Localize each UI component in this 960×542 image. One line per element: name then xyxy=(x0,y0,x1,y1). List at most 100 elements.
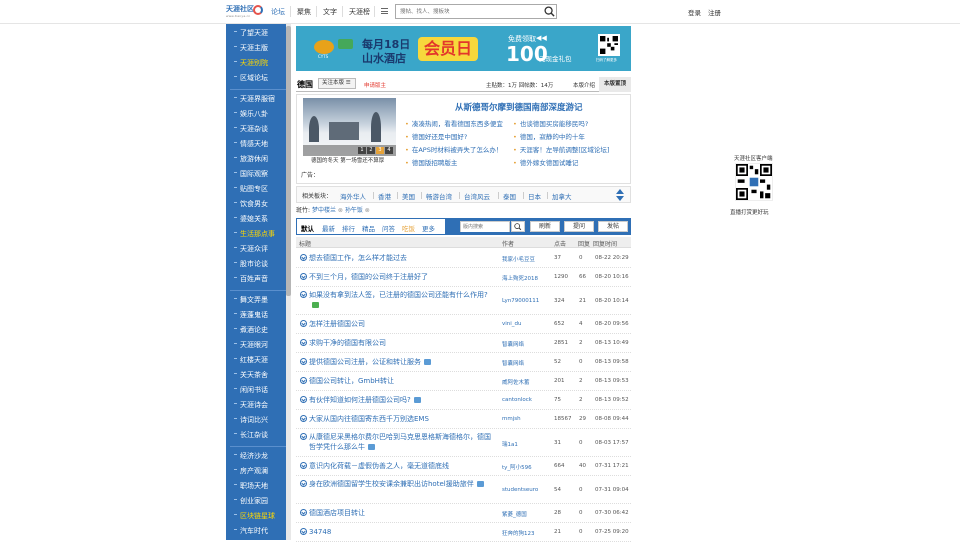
post-author-link[interactable]: 狂奔的狗123 xyxy=(502,529,535,537)
post-title-link[interactable]: 德国酒店项目转让 xyxy=(309,508,496,518)
sidebar-item[interactable]: 贴图专区 xyxy=(234,184,268,194)
featured-title[interactable]: 从斯德哥尔摩到德国南部深度游记 xyxy=(455,101,583,113)
featured-link[interactable]: 德国，寂静的中的十年 xyxy=(513,131,585,141)
post-author-link[interactable]: 海上殉死2018 xyxy=(502,274,538,282)
slide-dot-active[interactable]: 3 xyxy=(376,147,384,154)
table-row[interactable]: 有伙伴知道如何注册德国公司吗? cantonlock 75 2 08-13 09:52 xyxy=(296,391,631,410)
post-author-link[interactable]: 瑞1a1 xyxy=(502,440,518,448)
table-row[interactable]: 从康德尼采黑格尔费尔巴哈到马克思恩格斯海德格尔，德国哲学凭什么那么牛 瑞1a1 31… xyxy=(296,429,631,457)
table-row[interactable]: 德国酒店项目转让 紫菱_德国 28 0 07-30 06:42 xyxy=(296,504,631,523)
search-icon[interactable] xyxy=(544,6,555,17)
sidebar-item[interactable]: 娱乐八卦 xyxy=(234,109,268,119)
related-board-link[interactable]: 美国 xyxy=(402,191,415,201)
table-row[interactable]: 如果没有拿到法人签，已注册的德国公司还能有什么作用? Lyn79000111 324… xyxy=(296,287,631,315)
post-author-link[interactable]: vini_du xyxy=(502,321,522,327)
sidebar-item[interactable]: 区域论坛 xyxy=(234,73,268,83)
post-author-link[interactable]: 智囊网络 xyxy=(502,340,524,348)
post-title-link[interactable]: 如果没有拿到法人签，已注册的德国公司还能有什么作用? xyxy=(309,290,496,310)
sidebar-item[interactable]: 关天茶舍 xyxy=(234,370,268,380)
related-board-link[interactable]: 加拿大 xyxy=(552,191,572,201)
board-pinned-tab[interactable]: 本版置顶 xyxy=(599,77,631,92)
sidebar-item[interactable]: 情感天地 xyxy=(234,139,268,149)
post-author-link[interactable]: cantonlock xyxy=(502,397,532,403)
sidebar-item[interactable]: 创业家园 xyxy=(234,496,268,506)
app-qr-panel[interactable]: 天涯社区客户端 直播打赏更好玩 xyxy=(727,150,782,220)
slide-dot[interactable]: 2 xyxy=(367,147,375,154)
post-title-link[interactable]: 想去德国工作，怎么样才能过去 xyxy=(309,253,496,263)
featured-link[interactable]: 德国版招聘版主 xyxy=(405,157,458,167)
sidebar-item[interactable]: 莲蓬鬼话 xyxy=(234,310,268,320)
related-board-link[interactable]: 日本 xyxy=(528,191,541,201)
tab-ranking[interactable]: 排行 xyxy=(342,223,355,233)
sidebar-item[interactable]: 红楼天涯 xyxy=(234,355,268,365)
moderator-link[interactable]: 孙午饭 xyxy=(345,207,363,214)
table-row[interactable]: 大家从国内往德国寄东西千万别选EMS mmjsh 18567 29 08-08 09:4… xyxy=(296,410,631,429)
tab-more[interactable]: 更多 xyxy=(422,223,435,233)
post-author-link[interactable]: ty_阿小596 xyxy=(502,463,532,471)
table-row[interactable]: 意识内化荷载－虚假伪善之人，毫无道德底线 ty_阿小596 664 40 07-31 1… xyxy=(296,457,631,476)
featured-link[interactable]: 德国好还是中国好? xyxy=(405,131,467,141)
table-row[interactable]: 提供德国公司注册，公证和转让服务 智囊网络 52 0 08-13 09:58 xyxy=(296,353,631,372)
post-title-link[interactable]: 34748 xyxy=(309,527,496,537)
apply-moderator-link[interactable]: 申请版主 xyxy=(364,81,386,89)
table-row[interactable]: 想去德国工作，怎么样才能过去 我家小毛豆豆 37 0 08-22 20:29 xyxy=(296,249,631,268)
related-board-link[interactable]: 台湾风云 xyxy=(464,191,490,201)
post-author-link[interactable]: 我家小毛豆豆 xyxy=(502,255,535,263)
post-title-link[interactable]: 德国公司转让，GmbH转让 xyxy=(309,376,496,386)
sidebar-item[interactable]: 旅游休闲 xyxy=(234,154,268,164)
sidebar-item[interactable]: 饮食男女 xyxy=(234,199,268,209)
post-title-link[interactable]: 求购干净的德国有限公司 xyxy=(309,338,496,348)
nav-ranking[interactable]: 天涯榜 xyxy=(349,7,370,17)
featured-link[interactable]: 凑凑热闹，看看德国东西多便宜 xyxy=(405,118,503,128)
post-title-link[interactable]: 从康德尼采黑格尔费尔巴哈到马克思恩格斯海德格尔，德国哲学凭什么那么牛 xyxy=(309,432,496,452)
table-row[interactable]: 34748 狂奔的狗123 21 0 07-25 09:20 xyxy=(296,523,631,542)
featured-photo[interactable]: 1234 xyxy=(303,98,396,156)
sidebar-item[interactable]: 诗词比兴 xyxy=(234,415,268,425)
sidebar-item[interactable]: 天涯主版 xyxy=(234,43,268,53)
sidebar-item[interactable]: 房产观澜 xyxy=(234,466,268,476)
post-title-link[interactable]: 提供德国公司注册，公证和转让服务 xyxy=(309,357,496,367)
sidebar-item[interactable]: 天涯众评 xyxy=(234,244,268,254)
post-title-link[interactable]: 意识内化荷载－虚假伪善之人，毫无道德底线 xyxy=(309,461,496,471)
table-row[interactable]: 身在欧洲德国留学生校安课余兼职出访hotel援助旅伴 studentseuro 54… xyxy=(296,476,631,504)
slide-dot[interactable]: 4 xyxy=(385,147,393,154)
sidebar-item[interactable]: 天涯诗会 xyxy=(234,400,268,410)
related-board-link[interactable]: 泰国 xyxy=(503,191,516,201)
post-title-link[interactable]: 怎样注册德国公司 xyxy=(309,319,496,329)
sidebar-item[interactable]: 煮酒论史 xyxy=(234,325,268,335)
featured-link[interactable]: 天涯客！左导航调整[区域论坛] xyxy=(513,144,610,154)
post-author-link[interactable]: 智囊网络 xyxy=(502,359,524,367)
register-link[interactable]: 注册 xyxy=(708,7,721,17)
sidebar-item[interactable]: 闲闲书话 xyxy=(234,385,268,395)
related-board-link[interactable]: 香港 xyxy=(378,191,391,201)
sidebar-item[interactable]: 国际观察 xyxy=(234,169,268,179)
sidebar-item[interactable]: 百姓声音 xyxy=(234,274,268,284)
slide-dot[interactable]: 1 xyxy=(358,147,366,154)
board-intro-link[interactable]: 本版介绍 xyxy=(573,81,595,89)
board-search-icon[interactable] xyxy=(511,221,525,232)
sidebar-item[interactable]: 天涯眼河 xyxy=(234,340,268,350)
sidebar-item[interactable]: 婆媳关系 xyxy=(234,214,268,224)
nav-literature[interactable]: 文字 xyxy=(323,7,337,17)
sidebar-item[interactable]: 长江杂谈 xyxy=(234,430,268,440)
ask-button[interactable]: 提问 xyxy=(564,221,594,232)
search-input[interactable] xyxy=(396,5,536,18)
post-title-link[interactable]: 大家从国内往德国寄东西千万别选EMS xyxy=(309,414,496,424)
post-author-link[interactable]: mmjsh xyxy=(502,416,521,422)
featured-link[interactable]: 德外嫁女德国试睡记 xyxy=(513,157,579,167)
table-row[interactable]: 求购干净的德国有限公司 智囊网络 2851 2 08-13 10:49 xyxy=(296,334,631,353)
related-scroll-arrows-icon[interactable] xyxy=(615,188,625,202)
tab-eat[interactable]: 吃饭 xyxy=(402,223,415,233)
sidebar-item[interactable]: 天涯界服宿 xyxy=(234,94,275,104)
board-search-input[interactable] xyxy=(461,222,509,232)
scrollbar-thumb[interactable] xyxy=(286,26,291,296)
sidebar-item[interactable]: 天涯杂谈 xyxy=(234,124,268,134)
featured-link[interactable]: 也谈德国买房能移民吗? xyxy=(513,118,588,128)
post-title-link[interactable]: 不到三个月，德国的公司终于注册好了 xyxy=(309,272,496,282)
post-author-link[interactable]: studentseuro xyxy=(502,487,538,493)
nav-focus[interactable]: 聚焦 xyxy=(297,7,311,17)
login-link[interactable]: 登录 xyxy=(688,7,701,17)
post-title-link[interactable]: 身在欧洲德国留学生校安课余兼职出访hotel援助旅伴 xyxy=(309,479,496,489)
tab-latest[interactable]: 最新 xyxy=(322,223,335,233)
sidebar-item[interactable]: 生活那点事 xyxy=(234,229,275,239)
